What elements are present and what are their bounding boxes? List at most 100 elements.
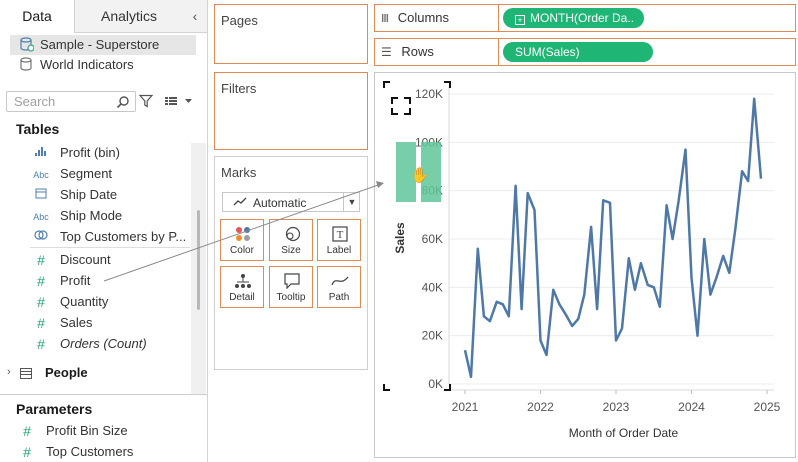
hash-icon: # — [23, 423, 31, 439]
field-label: Top Customers by P... — [60, 229, 187, 244]
columns-label-text: Columns — [397, 10, 450, 25]
columns-icon: ‖‖ — [381, 13, 389, 25]
data-source-label: World Indicators — [40, 57, 134, 72]
marks-detail-button[interactable]: Detail — [220, 266, 264, 308]
data-source-superstore[interactable]: Sample - Superstore — [10, 35, 196, 55]
line-mark-icon — [233, 197, 247, 206]
tab-data[interactable]: Data — [0, 0, 75, 33]
x-tick-label: 2025 — [754, 400, 781, 414]
mark-button-label: Size — [281, 245, 301, 256]
rows-label: ☰ Rows — [381, 39, 499, 65]
rows-label-text: Rows — [401, 44, 434, 59]
view-options-icon[interactable] — [164, 94, 194, 108]
x-tick-label: 2023 — [603, 400, 630, 414]
mark-button-label: Detail — [229, 292, 255, 303]
field-label: Orders (Count) — [60, 336, 147, 351]
chevron-down-icon[interactable]: ▼ — [343, 193, 360, 211]
x-tick-label: 2021 — [452, 400, 479, 414]
field-label: Profit (bin) — [60, 145, 120, 160]
pages-shelf[interactable]: Pages — [214, 4, 368, 64]
expand-icon[interactable]: + — [515, 15, 525, 25]
columns-shelf[interactable]: ‖‖ Columns + MONTH(Order Da.. — [374, 4, 796, 32]
field-label: Segment — [60, 166, 113, 181]
mark-type-dropdown[interactable]: Automatic ▼ — [222, 192, 360, 212]
hash-icon: # — [23, 444, 31, 460]
mark-button-label: Path — [328, 292, 350, 303]
y-tick-label: 40K — [422, 280, 443, 294]
series-line[interactable] — [463, 97, 763, 379]
x-axis-title: Month of Order Date — [569, 426, 679, 440]
marks-color-button[interactable]: Color — [220, 219, 264, 261]
marks-card: Marks — [214, 156, 368, 370]
chevron-right-icon[interactable]: › — [7, 366, 11, 378]
hash-icon: # — [37, 294, 45, 310]
rows-pill-sum-sales[interactable]: SUM(Sales) — [503, 42, 653, 62]
tooltip-icon — [284, 273, 300, 289]
hash-icon: # — [37, 252, 45, 268]
field-label: Quantity — [60, 294, 109, 309]
rows-shelf[interactable]: ☰ Rows SUM(Sales) — [374, 38, 796, 66]
rows-icon: ☰ — [381, 45, 392, 59]
abc-icon: Abc — [33, 170, 49, 180]
marks-title: Marks — [221, 165, 257, 180]
mark-button-label: Tooltip — [276, 292, 306, 303]
folder-people[interactable]: › People — [0, 363, 190, 385]
fit-bracket-icon — [391, 97, 411, 115]
tab-analytics[interactable]: Analytics — [75, 0, 183, 33]
filter-icon[interactable] — [139, 94, 153, 108]
pages-title: Pages — [221, 13, 258, 28]
filters-shelf[interactable]: Filters — [214, 72, 368, 150]
path-icon — [331, 276, 349, 286]
parameters-heading: Parameters — [16, 401, 93, 417]
marks-tooltip-button[interactable]: Tooltip — [269, 266, 313, 308]
mark-button-label: Label — [326, 245, 352, 256]
parameter-label: Profit Bin Size — [46, 423, 128, 438]
parameter-label: Top Customers — [46, 444, 134, 459]
drag-hand-icon: ✋ — [411, 166, 430, 184]
data-source-label: Sample - Superstore — [40, 37, 160, 52]
y-tick-label: 0K — [428, 377, 443, 391]
data-pane: Data Analytics ‹ Sample - Superstore Wor… — [0, 0, 208, 462]
y-tick-label: 20K — [422, 329, 443, 343]
field-label: Sales — [60, 315, 93, 330]
collapse-pane-button[interactable]: ‹ — [183, 0, 207, 33]
marks-label-button[interactable]: T Label — [317, 219, 361, 261]
scrollbar-thumb[interactable] — [197, 210, 200, 310]
marks-path-button[interactable]: Path — [317, 266, 361, 308]
folder-icon — [20, 368, 32, 379]
folder-label: People — [45, 365, 88, 380]
y-tick-label: 60K — [422, 232, 443, 246]
columns-label: ‖‖ Columns — [381, 5, 499, 31]
mark-button-label: Color — [230, 245, 254, 256]
data-source-world-indicators[interactable]: World Indicators — [10, 55, 196, 75]
color-icon — [236, 227, 250, 241]
field-label: Ship Mode — [60, 208, 123, 223]
pill-label: SUM(Sales) — [515, 45, 580, 59]
y-tick-label: 120K — [415, 87, 443, 101]
hash-icon: # — [37, 273, 45, 289]
hash-icon: # — [37, 336, 45, 352]
field-label: Discount — [60, 252, 111, 267]
histogram-icon — [30, 143, 52, 163]
detail-icon — [235, 274, 251, 288]
line-chart: 0K20K40K60K80K100K120K202120222023202420… — [383, 81, 781, 440]
marks-size-button[interactable]: Size — [269, 219, 313, 261]
field-label: Profit — [60, 273, 91, 288]
x-tick-label: 2024 — [678, 400, 705, 414]
svg-text:T: T — [337, 229, 344, 241]
divider — [30, 247, 190, 248]
x-tick-label: 2022 — [527, 400, 554, 414]
size-icon — [285, 226, 301, 242]
tables-heading: Tables — [16, 121, 60, 137]
columns-pill-month-order-date[interactable]: + MONTH(Order Da.. — [503, 8, 645, 28]
hash-icon: # — [37, 315, 45, 331]
label-icon: T — [332, 226, 348, 242]
calendar-icon — [30, 185, 52, 205]
filters-title: Filters — [221, 81, 257, 96]
set-icon — [30, 227, 52, 247]
search-icon[interactable] — [116, 95, 130, 109]
database-icon — [20, 57, 32, 71]
mark-type-label: Automatic — [253, 196, 307, 210]
y-axis-title[interactable]: Sales — [393, 222, 407, 254]
abc-icon: Abc — [33, 212, 49, 222]
